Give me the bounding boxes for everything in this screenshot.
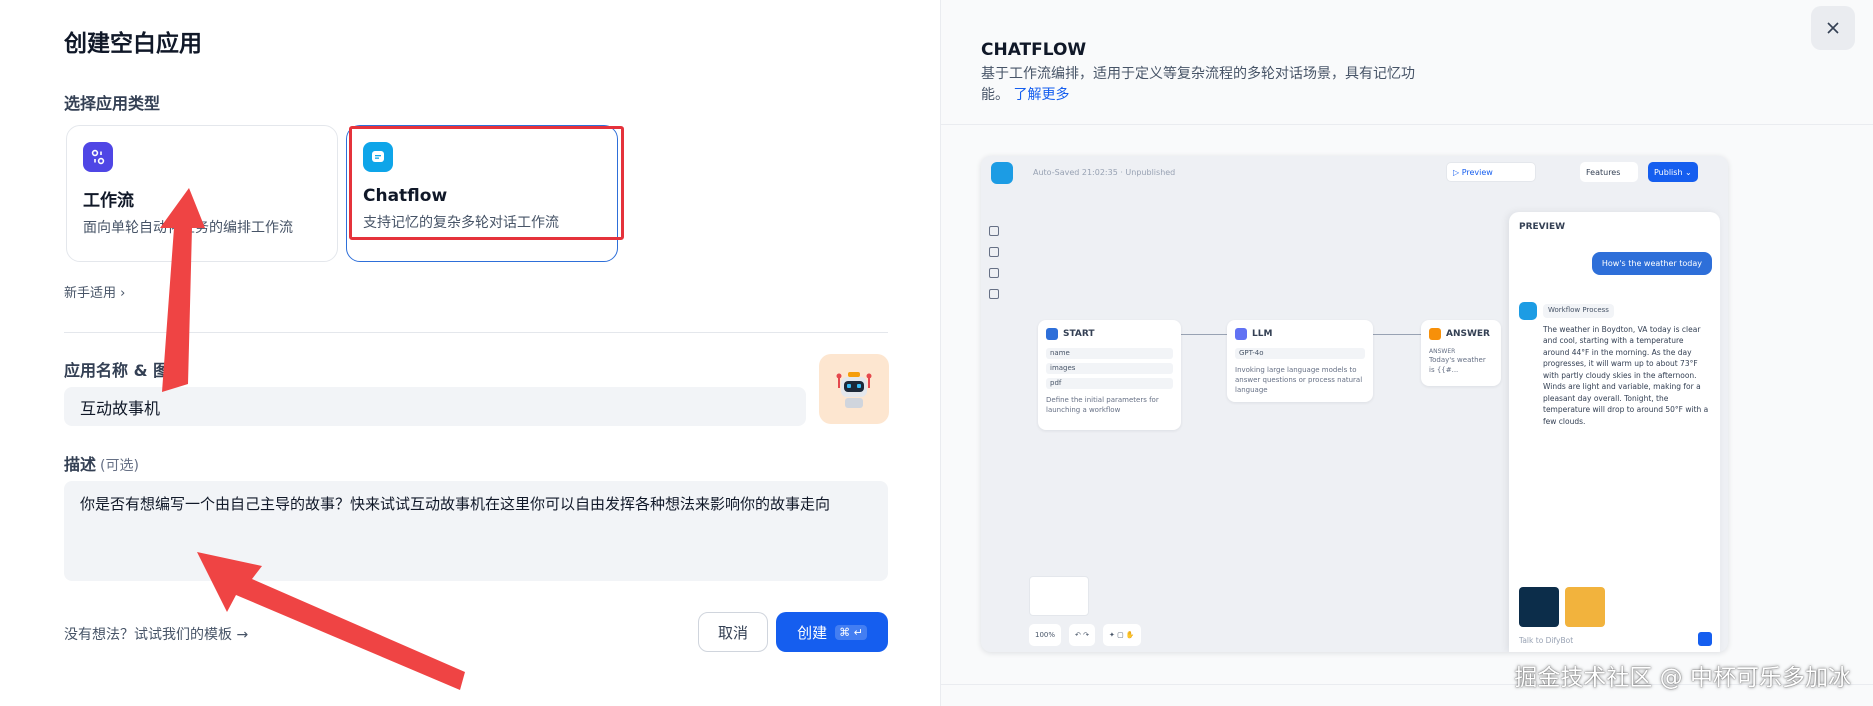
newbie-label: 新手适用: [64, 286, 117, 301]
description-label-text: 描述: [64, 455, 97, 474]
chatflow-preview-image: Auto-Saved 21:02:35 · Unpublished ▷ Prev…: [981, 156, 1728, 652]
answer-node: ANSWER ANSWER Today's weather is {{#...: [1421, 320, 1501, 386]
workflow-process-tag: Workflow Process: [1543, 304, 1614, 318]
node-header: START: [1046, 328, 1173, 340]
node-field: images: [1046, 363, 1173, 374]
features-button: Features: [1580, 162, 1638, 182]
start-node: START name images pdf Define the initial…: [1038, 320, 1181, 430]
chevron-right-icon: ›: [120, 286, 126, 301]
type-description: 基于工作流编排，适用于定义等复杂流程的多轮对话场景，具有记忆功能。 了解更多: [981, 64, 1421, 106]
model-field: GPT-4o: [1235, 348, 1365, 359]
app-name-input[interactable]: [64, 387, 806, 426]
optional-hint: (可选): [100, 458, 139, 474]
publish-button: Publish ⌄: [1648, 162, 1698, 182]
user-message: How's the weather today: [1591, 252, 1712, 275]
close-icon: [1827, 22, 1839, 34]
attachment-image: [1519, 587, 1559, 627]
edge: [1181, 334, 1227, 335]
app-type-title: 工作流: [83, 191, 134, 211]
node-note: Invoking large language models to answer…: [1235, 366, 1363, 394]
chat-input: Talk to DifyBot: [1519, 636, 1574, 645]
attachment-image: [1565, 587, 1605, 627]
create-button[interactable]: 创建 ⌘ ↵: [776, 612, 888, 652]
app-type-preview-pane: CHATFLOW 基于工作流编排，适用于定义等复杂流程的多轮对话场景，具有记忆功…: [940, 0, 1873, 706]
chat-preview-panel: PREVIEW How's the weather today Workflow…: [1509, 212, 1720, 652]
start-icon: [1046, 328, 1058, 340]
shortcut-hint: ⌘ ↵: [835, 624, 867, 640]
node-field: name: [1046, 348, 1173, 359]
robot-icon: [836, 372, 872, 408]
minimap: [1029, 576, 1089, 616]
answer-icon: [1429, 328, 1441, 340]
canvas-toolbar: 100% ↶ ↷ ✦ ▢ ✋: [1029, 624, 1141, 646]
node-title: LLM: [1252, 329, 1273, 339]
app-type-workflow-card[interactable]: 工作流 面向单轮自动化任务的编排工作流: [66, 125, 338, 262]
description-textarea[interactable]: 你是否有想编写一个由自己主导的故事？快来试试互动故事机在这里你可以自由发挥各种想…: [64, 481, 888, 581]
divider: [941, 124, 1873, 125]
llm-node: LLM GPT-4o Invoking large language model…: [1227, 320, 1373, 402]
newbie-toggle[interactable]: 新手适用 ›: [64, 282, 125, 301]
create-app-form: 创建空白应用 选择应用类型 工作流 面向单轮自动化任务的编排工作流 Chatfl…: [0, 0, 940, 706]
app-type-description: 面向单轮自动化任务的编排工作流: [83, 220, 293, 236]
undo-redo-icon: ↶ ↷: [1069, 624, 1095, 646]
cancel-button[interactable]: 取消: [698, 612, 768, 652]
reply-text: The weather in Boydton, VA today is clea…: [1543, 324, 1709, 426]
send-icon: [1698, 632, 1712, 646]
divider: [64, 332, 888, 333]
type-title: CHATFLOW: [981, 40, 1087, 60]
node-label: ANSWER: [1429, 348, 1456, 355]
zoom-control: 100%: [1029, 624, 1062, 646]
app-type-label: 选择应用类型: [64, 94, 161, 113]
app-name-label: 应用名称 & 图: [64, 361, 170, 380]
bot-reply: Workflow Process The weather in Boydton,…: [1543, 304, 1711, 427]
node-title: START: [1063, 329, 1095, 339]
node-header: ANSWER: [1429, 328, 1493, 340]
create-label: 创建: [797, 623, 828, 642]
description-label: 描述 (可选): [64, 451, 139, 475]
llm-icon: [1235, 328, 1247, 340]
template-link[interactable]: 没有想法？试试我们的模板 →: [64, 624, 248, 644]
panel-title: PREVIEW: [1519, 222, 1566, 232]
node-note: Define the initial parameters for launch…: [1046, 396, 1159, 414]
bot-logo-icon: [991, 162, 1013, 184]
workflow-icon: [83, 142, 113, 172]
edge: [1373, 334, 1421, 335]
bot-avatar-icon: [1519, 302, 1537, 320]
tools-icon: ✦ ▢ ✋: [1102, 624, 1141, 646]
dialog-title: 创建空白应用: [64, 31, 202, 57]
app-icon-picker[interactable]: [819, 354, 889, 424]
canvas-sidebar: [989, 226, 1003, 310]
node-header: LLM: [1235, 328, 1365, 340]
learn-more-link[interactable]: 了解更多: [1013, 87, 1069, 103]
close-button[interactable]: [1811, 6, 1855, 50]
watermark: 掘金技术社区 @ 中杯可乐多加冰: [1514, 665, 1851, 691]
red-highlight-box: [349, 126, 624, 240]
zoom-level: 100%: [1035, 631, 1056, 639]
node-title: ANSWER: [1446, 329, 1490, 339]
preview-button: ▷ Preview: [1446, 162, 1536, 182]
autosave-status: Auto-Saved 21:02:35 · Unpublished: [1033, 168, 1176, 177]
node-note: Today's weather is {{#...: [1429, 356, 1486, 374]
node-field: pdf: [1046, 378, 1173, 389]
